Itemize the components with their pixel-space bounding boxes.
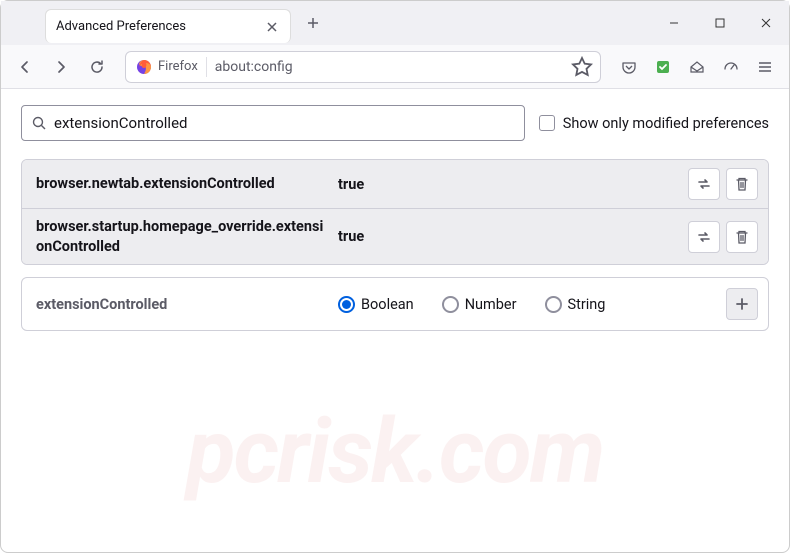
search-value: extensionControlled [54,114,187,132]
radio-icon [338,296,355,313]
browser-tab[interactable]: Advanced Preferences [45,9,291,43]
pref-name: browser.startup.homepage_override.extens… [36,217,326,256]
checkbox-icon [539,115,555,131]
show-modified-checkbox[interactable]: Show only modified preferences [539,115,769,132]
new-pref-row: extensionControlled Boolean Number Strin… [21,277,769,331]
navbar: Firefox about:config [1,45,789,89]
radio-number[interactable]: Number [442,296,517,313]
pocket-icon[interactable] [613,51,645,83]
pref-name: browser.newtab.extensionControlled [36,174,326,194]
reload-button[interactable] [81,51,113,83]
tab-title: Advanced Preferences [56,19,264,34]
pref-row[interactable]: browser.newtab.extensionControlled true [22,160,768,209]
pref-actions [688,221,758,253]
forward-button[interactable] [45,51,77,83]
preferences-table: browser.newtab.extensionControlled true … [21,159,769,265]
close-tab-icon[interactable] [264,19,280,35]
window-controls [651,3,789,43]
search-input[interactable]: extensionControlled [21,105,525,141]
bookmark-star-icon[interactable] [570,55,594,79]
pref-row[interactable]: browser.startup.homepage_override.extens… [22,209,768,264]
radio-string[interactable]: String [545,296,606,313]
identity-box[interactable]: Firefox [132,57,207,77]
mail-icon[interactable] [681,51,713,83]
back-button[interactable] [9,51,41,83]
titlebar: Advanced Preferences [1,1,789,45]
url-bar[interactable]: Firefox about:config [125,51,601,83]
pref-actions [688,168,758,200]
delete-button[interactable] [726,221,758,253]
minimize-button[interactable] [651,3,697,43]
firefox-icon [136,59,152,75]
toggle-button[interactable] [688,168,720,200]
close-window-button[interactable] [743,3,789,43]
add-button[interactable] [726,288,758,320]
type-radio-group: Boolean Number String [338,296,714,313]
delete-button[interactable] [726,168,758,200]
search-row: extensionControlled Show only modified p… [21,105,769,141]
toolbar-right [613,51,781,83]
radio-icon [442,296,459,313]
extension-icon[interactable] [647,51,679,83]
pref-value: true [338,228,676,245]
identity-label: Firefox [158,59,198,74]
menu-button[interactable] [749,51,781,83]
pref-value: true [338,176,676,193]
search-icon [32,116,46,130]
new-pref-name: extensionControlled [36,296,326,313]
content-area: extensionControlled Show only modified p… [1,89,789,347]
radio-icon [545,296,562,313]
maximize-button[interactable] [697,3,743,43]
watermark: pcrisk.com [1,399,789,504]
radio-boolean[interactable]: Boolean [338,296,414,313]
dashboard-icon[interactable] [715,51,747,83]
checkbox-label-text: Show only modified preferences [563,115,769,132]
new-tab-button[interactable] [299,9,327,37]
toggle-button[interactable] [688,221,720,253]
url-text: about:config [215,59,570,75]
